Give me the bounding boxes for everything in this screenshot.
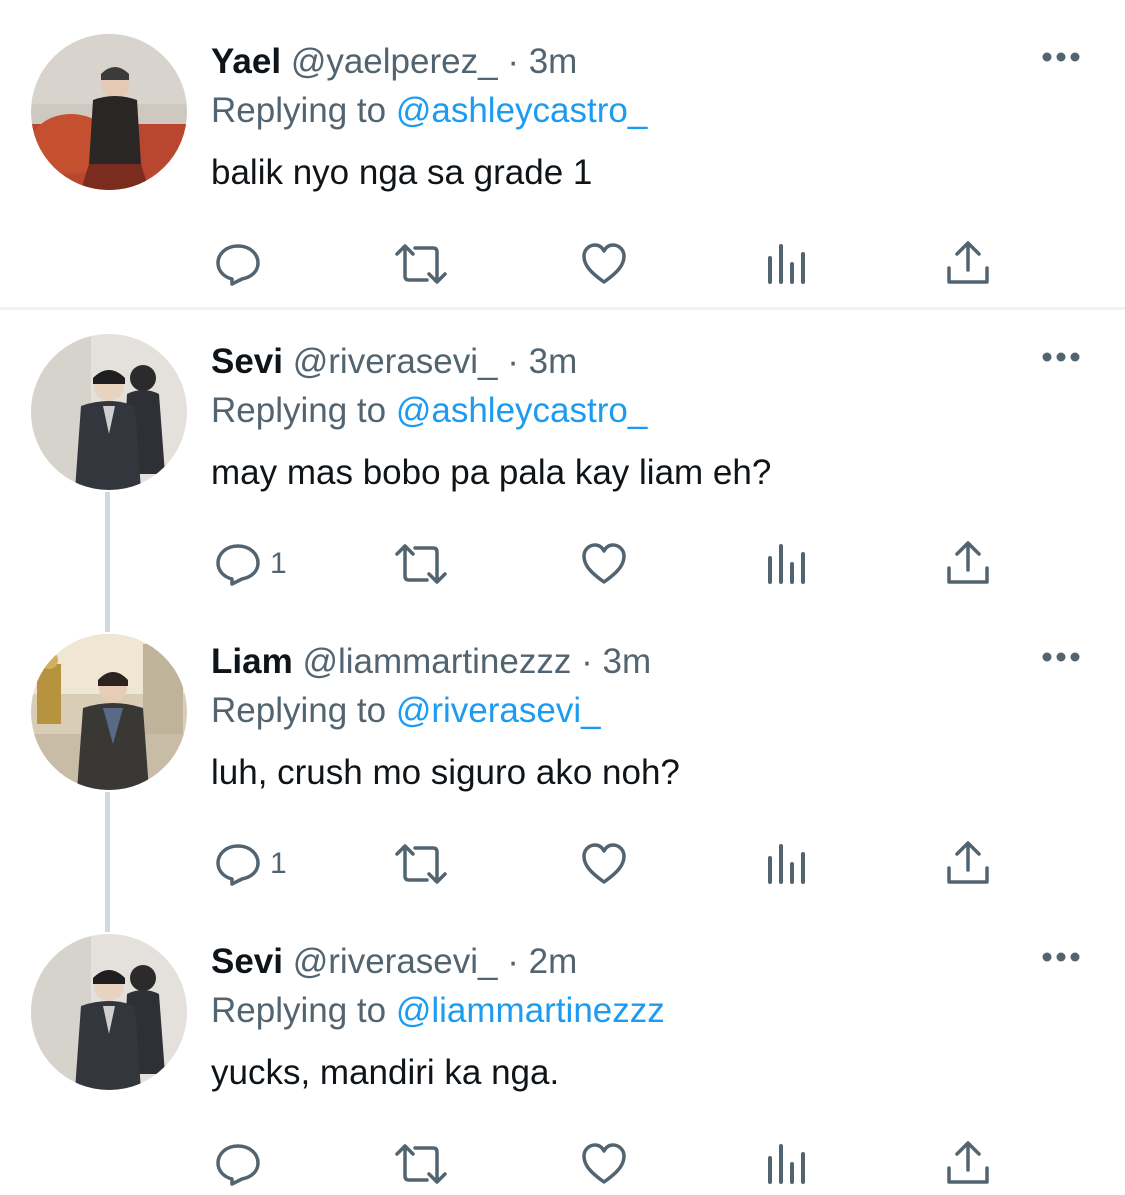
heart-icon — [582, 843, 626, 884]
share-button[interactable] — [945, 534, 991, 594]
user-handle[interactable]: @riverasevi_ — [293, 342, 498, 381]
more-dots-icon[interactable] — [1040, 650, 1082, 664]
retweet-icon — [395, 244, 447, 284]
reply-button[interactable]: 1 — [214, 834, 287, 894]
like-button[interactable] — [580, 234, 628, 294]
reply-button[interactable] — [214, 1134, 270, 1194]
replying-label: Replying to — [211, 991, 387, 1030]
replying-label: Replying to — [211, 391, 387, 430]
display-name[interactable]: Sevi — [211, 342, 283, 381]
retweet-icon — [395, 544, 447, 584]
retweet-icon — [395, 1144, 447, 1184]
tweet-header: Sevi @riverasevi_ · 2m — [211, 942, 577, 982]
avatar[interactable] — [31, 34, 187, 190]
share-button[interactable] — [945, 834, 991, 894]
avatar[interactable] — [31, 334, 187, 490]
bar-chart-icon — [768, 544, 805, 584]
bar-chart-icon — [768, 244, 805, 284]
mention-link[interactable]: @ashleycastro_ — [396, 391, 647, 430]
retweet-icon — [395, 844, 447, 884]
timestamp[interactable]: 3m — [529, 342, 578, 381]
action-bar — [0, 1134, 1125, 1194]
reply-bubble-icon — [216, 1144, 260, 1186]
like-button[interactable] — [580, 534, 628, 594]
bar-chart-icon — [768, 844, 805, 884]
separator-dot: · — [507, 42, 519, 81]
reply-button[interactable] — [214, 234, 270, 294]
tweet-text: luh, crush mo siguro ako noh? — [211, 753, 680, 792]
divider — [0, 307, 1125, 310]
user-handle[interactable]: @riverasevi_ — [293, 942, 498, 981]
replying-to: Replying to @riverasevi_ — [211, 691, 601, 731]
timestamp[interactable]: 3m — [602, 642, 651, 681]
retweet-button[interactable] — [393, 234, 449, 294]
separator-dot: · — [581, 642, 593, 681]
replying-to: Replying to @ashleycastro_ — [211, 91, 647, 131]
reply-button[interactable]: 1 — [214, 534, 287, 594]
replying-label: Replying to — [211, 691, 387, 730]
retweet-button[interactable] — [393, 534, 449, 594]
display-name[interactable]: Sevi — [211, 942, 283, 981]
heart-icon — [582, 243, 626, 284]
share-upload-icon — [947, 541, 989, 584]
share-button[interactable] — [945, 1134, 991, 1194]
replying-to: Replying to @liammartinezzz — [211, 991, 665, 1031]
reply-count: 1 — [270, 547, 287, 580]
timestamp[interactable]: 3m — [529, 42, 578, 81]
action-bar: 1 — [0, 834, 1125, 894]
separator-dot: · — [507, 942, 519, 981]
mention-link[interactable]: @ashleycastro_ — [396, 91, 647, 130]
retweet-button[interactable] — [393, 834, 449, 894]
share-button[interactable] — [945, 234, 991, 294]
display-name[interactable]: Yael — [211, 42, 281, 81]
heart-icon — [582, 1143, 626, 1184]
action-bar — [0, 234, 1125, 294]
action-bar: 1 — [0, 534, 1125, 594]
tweet-header: Yael @yaelperez_ · 3m — [211, 42, 577, 82]
views-button[interactable] — [765, 534, 809, 594]
reply-bubble-icon — [216, 244, 260, 286]
views-button[interactable] — [765, 834, 809, 894]
tweet-text: may mas bobo pa pala kay liam eh? — [211, 453, 772, 492]
like-button[interactable] — [580, 1134, 628, 1194]
replying-to: Replying to @ashleycastro_ — [211, 391, 647, 431]
share-upload-icon — [947, 841, 989, 884]
tweet-text: yucks, mandiri ka nga. — [211, 1053, 560, 1092]
more-dots-icon[interactable] — [1040, 50, 1082, 64]
tweet-text: balik nyo nga sa grade 1 — [211, 153, 593, 192]
more-dots-icon[interactable] — [1040, 350, 1082, 364]
tweet-header: Sevi @riverasevi_ · 3m — [211, 342, 577, 382]
avatar[interactable] — [31, 934, 187, 1090]
separator-dot: · — [507, 342, 519, 381]
more-dots-icon[interactable] — [1040, 950, 1082, 964]
display-name[interactable]: Liam — [211, 642, 293, 681]
bar-chart-icon — [768, 1144, 805, 1184]
user-handle[interactable]: @yaelperez_ — [291, 42, 498, 81]
mention-link[interactable]: @liammartinezzz — [396, 991, 665, 1030]
heart-icon — [582, 543, 626, 584]
like-button[interactable] — [580, 834, 628, 894]
views-button[interactable] — [765, 234, 809, 294]
user-handle[interactable]: @liammartinezzz — [302, 642, 571, 681]
timestamp[interactable]: 2m — [529, 942, 578, 981]
avatar[interactable] — [31, 634, 187, 790]
reply-count: 1 — [270, 847, 287, 880]
reply-bubble-icon — [216, 844, 260, 886]
share-upload-icon — [947, 241, 989, 284]
replying-label: Replying to — [211, 91, 387, 130]
retweet-button[interactable] — [393, 1134, 449, 1194]
mention-link[interactable]: @riverasevi_ — [396, 691, 601, 730]
tweet-header: Liam @liammartinezzz · 3m — [211, 642, 651, 682]
share-upload-icon — [947, 1141, 989, 1184]
reply-bubble-icon — [216, 544, 260, 586]
views-button[interactable] — [765, 1134, 809, 1194]
